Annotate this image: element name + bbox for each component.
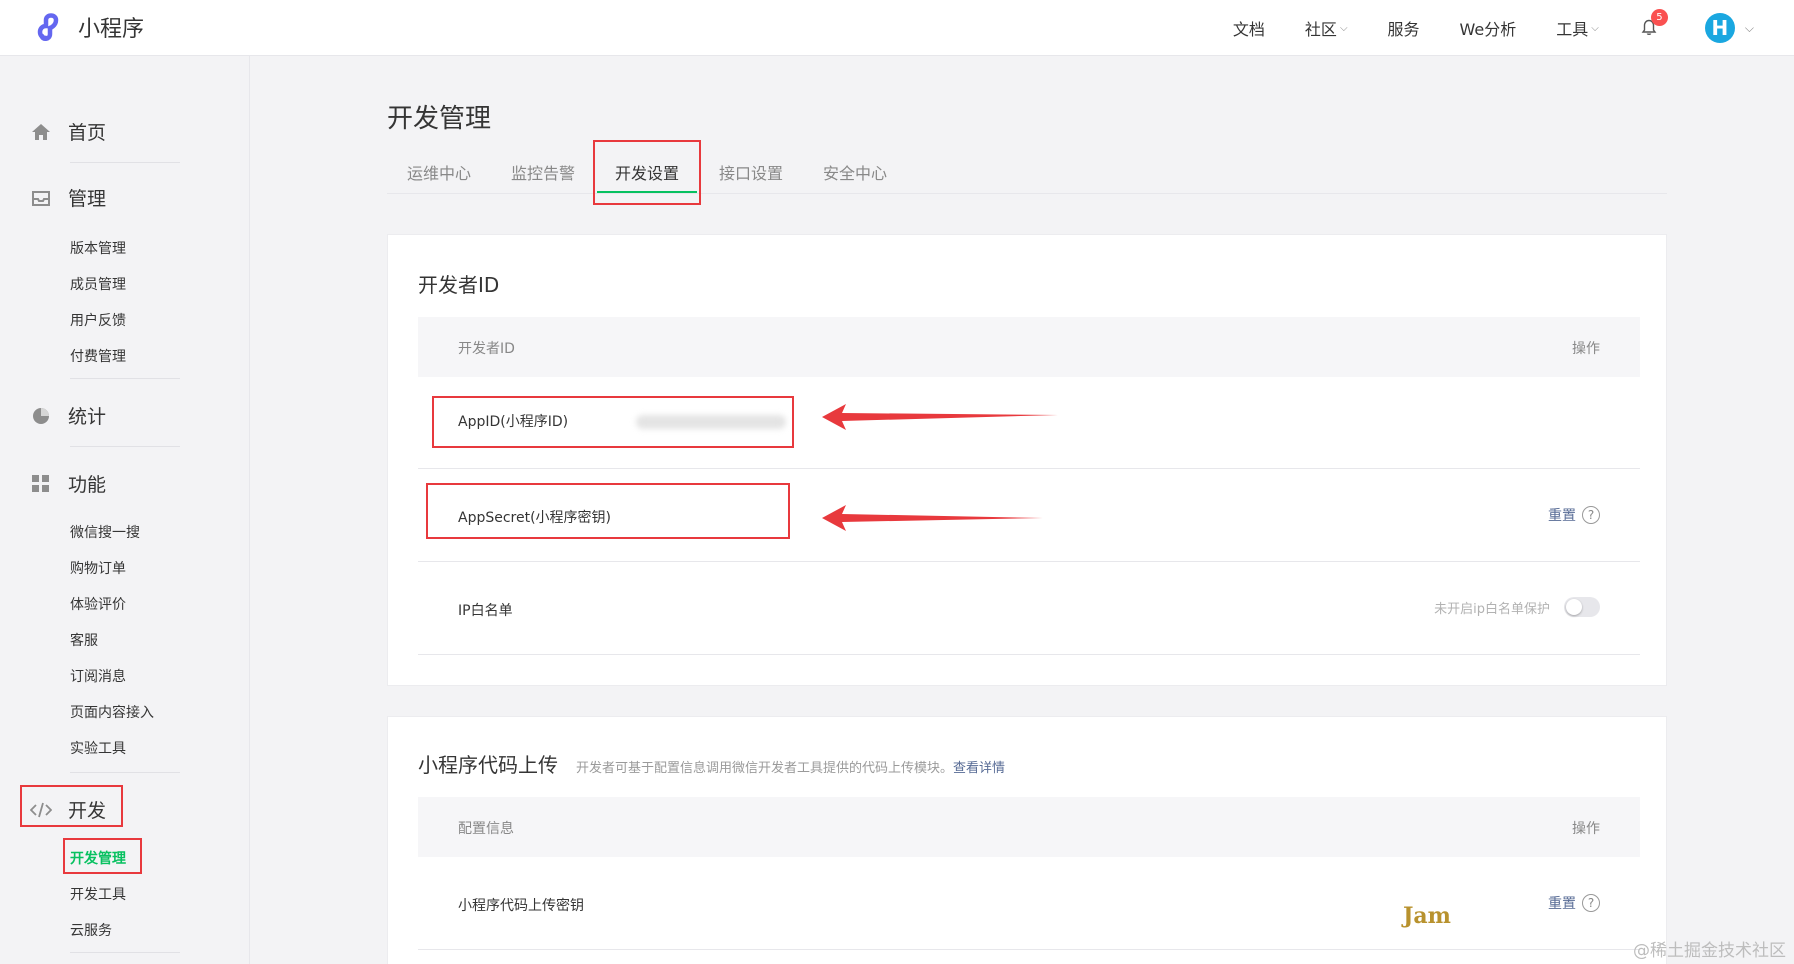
ip-whitelist-controls: 未开启ip白名单保护 — [1434, 597, 1600, 617]
sidebar-item-members[interactable]: 成员管理 — [70, 274, 126, 294]
divider — [70, 378, 180, 379]
jam-watermark: Jam — [1403, 903, 1451, 929]
top-nav: 文档 社区 ⌵ 服务 We分析 工具 ⌵ 5 H ⌵ — [1193, 0, 1754, 56]
top-bar: 小程序 文档 社区 ⌵ 服务 We分析 工具 ⌵ 5 H ⌵ — [0, 0, 1794, 56]
code-upload-card: 小程序代码上传 开发者可基于配置信息调用微信开发者工具提供的代码上传模块。查看详… — [387, 716, 1667, 964]
header-col-action: 操作 — [1572, 821, 1600, 837]
help-icon[interactable]: ? — [1582, 506, 1600, 524]
home-icon — [30, 121, 52, 143]
sidebar-item-stats[interactable]: 统计 — [30, 402, 106, 429]
nav-community-label: 社区 — [1304, 20, 1337, 39]
sidebar-manage-label: 管理 — [68, 188, 107, 210]
sidebar-item-version[interactable]: 版本管理 — [70, 238, 126, 258]
divider — [70, 162, 180, 163]
sidebar-item-home[interactable]: 首页 — [30, 118, 106, 145]
card-title-row: 小程序代码上传 开发者可基于配置信息调用微信开发者工具提供的代码上传模块。查看详… — [418, 749, 1005, 778]
red-arrow-icon — [822, 505, 1043, 531]
tab-monitoring[interactable]: 监控告警 — [511, 160, 575, 184]
developer-id-card: 开发者ID 开发者ID 操作 AppID(小程序ID) AppSecret(小程… — [387, 234, 1667, 686]
sidebar-item-cloud-services[interactable]: 云服务 — [70, 920, 112, 940]
sidebar-home-label: 首页 — [68, 122, 107, 144]
card-title: 小程序代码上传 — [418, 753, 558, 777]
ip-whitelist-label: IP白名单 — [458, 603, 513, 619]
ip-whitelist-status: 未开启ip白名单保护 — [1434, 601, 1550, 617]
card-subtitle: 开发者可基于配置信息调用微信开发者工具提供的代码上传模块。查看详情 — [576, 757, 1005, 776]
sidebar-item-reviews[interactable]: 体验评价 — [70, 594, 126, 614]
nav-tools-label: 工具 — [1556, 20, 1589, 39]
divider — [70, 952, 180, 953]
tab-api-settings[interactable]: 接口设置 — [719, 160, 783, 184]
table-header: 开发者ID 操作 — [418, 317, 1640, 377]
divider — [70, 446, 180, 447]
highlight-box — [426, 483, 790, 539]
card-subtitle-text: 开发者可基于配置信息调用微信开发者工具提供的代码上传模块。 — [576, 761, 954, 776]
sidebar-item-customer-service[interactable]: 客服 — [70, 630, 98, 650]
sidebar-item-payment[interactable]: 付费管理 — [70, 346, 126, 366]
nav-we-analytics-label: We分析 — [1459, 20, 1517, 39]
highlight-box — [593, 140, 701, 205]
sidebar-item-dev-tools[interactable]: 开发工具 — [70, 884, 126, 904]
table-row-ip-whitelist: IP白名单 未开启ip白名单保护 — [418, 562, 1640, 655]
app-name: 小程序 — [78, 17, 145, 42]
mini-program-logo-icon — [37, 13, 59, 41]
grid-icon — [30, 473, 52, 495]
sidebar-item-subscriptions[interactable]: 订阅消息 — [70, 666, 126, 686]
page-title: 开发管理 — [387, 104, 492, 134]
tab-security-center[interactable]: 安全中心 — [823, 160, 887, 184]
reset-button[interactable]: 重置 — [1548, 893, 1576, 913]
chevron-down-icon: ⌵ — [1591, 22, 1599, 34]
reset-button[interactable]: 重置 — [1548, 505, 1576, 525]
nav-tools[interactable]: 工具 ⌵ — [1556, 16, 1599, 40]
sidebar-item-page-content[interactable]: 页面内容接入 — [70, 702, 154, 722]
upload-key-label: 小程序代码上传密钥 — [458, 898, 584, 914]
sidebar-section-manage[interactable]: 管理 — [30, 184, 106, 211]
sidebar-features-label: 功能 — [68, 474, 107, 496]
nav-docs-label: 文档 — [1232, 20, 1265, 39]
table-header: 配置信息 操作 — [418, 797, 1640, 857]
tab-bar: 运维中心 监控告警 开发设置 接口设置 安全中心 — [387, 150, 1667, 194]
nav-we-analytics[interactable]: We分析 — [1460, 16, 1517, 40]
site-watermark: @稀土掘金技术社区 — [1633, 941, 1786, 961]
header-col-action: 操作 — [1572, 341, 1600, 357]
nav-services[interactable]: 服务 — [1388, 16, 1420, 40]
highlight-box — [63, 838, 142, 874]
appsecret-actions: 重置 ? — [1548, 505, 1600, 525]
sidebar-item-orders[interactable]: 购物订单 — [70, 558, 126, 578]
tab-ops-center[interactable]: 运维中心 — [407, 160, 471, 184]
notification-badge: 5 — [1650, 9, 1668, 26]
chevron-down-icon[interactable]: ⌵ — [1745, 21, 1754, 36]
nav-docs[interactable]: 文档 — [1233, 16, 1265, 40]
nav-services-label: 服务 — [1387, 20, 1420, 39]
sidebar-item-wechat-search[interactable]: 微信搜一搜 — [70, 522, 140, 542]
nav-community[interactable]: 社区 ⌵ — [1305, 16, 1348, 40]
sidebar-stats-label: 统计 — [68, 406, 107, 428]
highlight-box — [432, 396, 794, 448]
notification-bell-icon[interactable]: 5 — [1639, 9, 1668, 39]
header-col-id: 开发者ID — [458, 341, 515, 357]
ip-whitelist-toggle[interactable] — [1564, 597, 1600, 617]
sidebar-section-features[interactable]: 功能 — [30, 470, 106, 497]
app-logo[interactable]: 小程序 — [32, 10, 144, 44]
avatar[interactable]: H — [1704, 13, 1735, 43]
card-title: 开发者ID — [418, 273, 500, 297]
view-details-link[interactable]: 查看详情 — [953, 761, 1005, 776]
highlight-box — [20, 785, 123, 827]
chevron-down-icon: ⌵ — [1339, 22, 1348, 34]
upload-key-actions: 重置 ? — [1548, 893, 1600, 913]
inbox-icon — [30, 187, 52, 209]
help-icon[interactable]: ? — [1582, 894, 1600, 912]
red-arrow-icon — [822, 404, 1058, 430]
sidebar-item-experiment-tools[interactable]: 实验工具 — [70, 738, 126, 758]
header-col-config: 配置信息 — [458, 821, 514, 837]
sidebar-item-feedback[interactable]: 用户反馈 — [70, 310, 126, 330]
table-row-upload-key: 小程序代码上传密钥 重置 ? — [418, 857, 1640, 950]
pie-chart-icon — [30, 405, 52, 427]
sidebar: 首页 管理 版本管理 成员管理 用户反馈 付费管理 统计 功能 微信搜一搜 购物… — [0, 56, 250, 964]
divider — [70, 772, 180, 773]
